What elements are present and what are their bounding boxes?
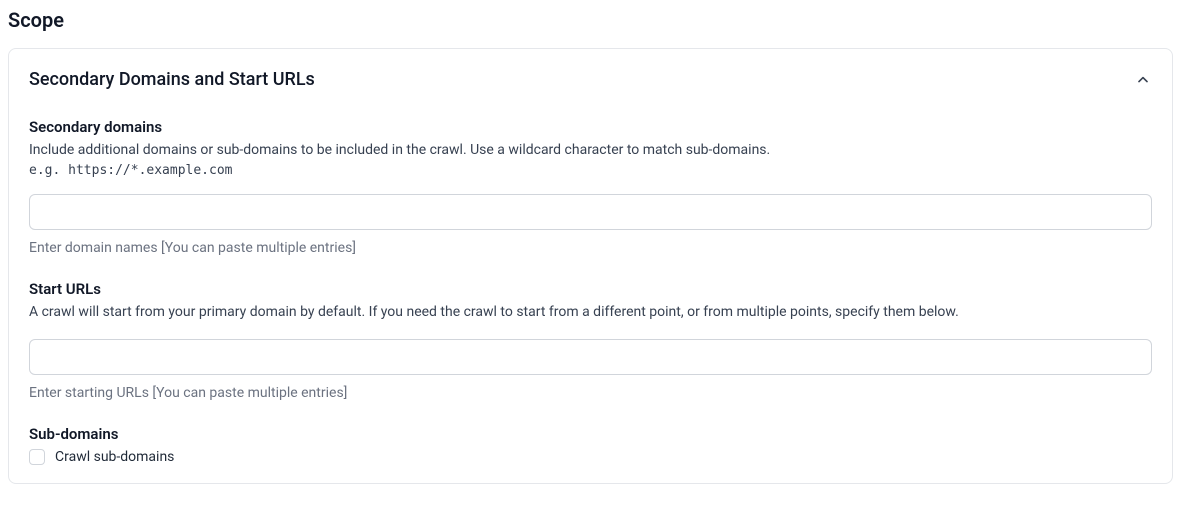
crawl-sub-domains-label: Crawl sub-domains (55, 449, 174, 465)
scope-card: Secondary Domains and Start URLs Seconda… (8, 48, 1173, 484)
secondary-domains-label: Secondary domains (29, 118, 1152, 136)
secondary-domains-description: Include additional domains or sub-domain… (29, 140, 1152, 161)
secondary-domains-hint: Enter domain names [You can paste multip… (29, 240, 1152, 256)
start-urls-input[interactable] (29, 339, 1152, 375)
secondary-domains-input[interactable] (29, 194, 1152, 230)
sub-domains-section: Sub-domains Crawl sub-domains (29, 425, 1152, 465)
page-title: Scope (8, 8, 1173, 32)
sub-domains-checkbox-row: Crawl sub-domains (29, 449, 1152, 465)
start-urls-description: A crawl will start from your primary dom… (29, 302, 1152, 323)
start-urls-hint: Enter starting URLs [You can paste multi… (29, 385, 1152, 401)
panel-header[interactable]: Secondary Domains and Start URLs (29, 69, 1152, 90)
secondary-domains-section: Secondary domains Include additional dom… (29, 118, 1152, 256)
panel-title: Secondary Domains and Start URLs (29, 69, 315, 90)
crawl-sub-domains-checkbox[interactable] (29, 449, 45, 465)
chevron-up-icon (1134, 71, 1152, 89)
sub-domains-label: Sub-domains (29, 425, 1152, 443)
start-urls-section: Start URLs A crawl will start from your … (29, 280, 1152, 401)
secondary-domains-example: e.g. https://*.example.com (29, 163, 1152, 178)
start-urls-label: Start URLs (29, 280, 1152, 298)
